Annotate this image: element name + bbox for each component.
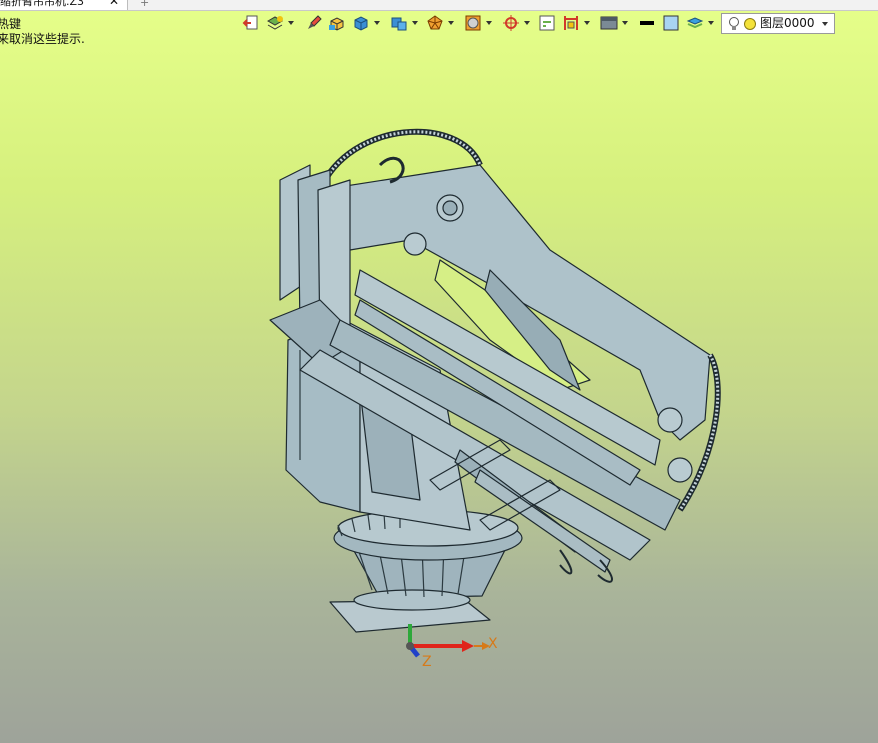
chevron-down-icon[interactable] (622, 21, 628, 25)
chevron-down-icon[interactable] (708, 21, 714, 25)
box-icon[interactable] (352, 13, 370, 33)
chevron-down-icon[interactable] (822, 22, 828, 26)
solid-icon[interactable] (328, 13, 346, 33)
close-icon[interactable]: ✕ (109, 0, 119, 7)
display-icon[interactable] (600, 13, 618, 33)
brush-icon[interactable] (306, 13, 324, 33)
document-tab-title: 缩折臂吊吊机.Z3 (0, 0, 85, 8)
chevron-down-icon[interactable] (288, 21, 294, 25)
view-cube-icon[interactable] (390, 13, 408, 33)
render-mode-icon[interactable] (464, 13, 482, 33)
layer-dropdown[interactable]: 图层0000 (721, 13, 835, 34)
line-color-icon[interactable] (638, 13, 656, 33)
layer-name: 图层0000 (760, 16, 815, 30)
polyhedron-icon[interactable] (426, 13, 444, 33)
fill-color-icon[interactable] (662, 13, 680, 33)
lightbulb-icon[interactable] (728, 16, 740, 38)
dimension-icon[interactable] (562, 13, 580, 33)
crane-model[interactable] (260, 120, 730, 640)
new-tab-button[interactable]: + (140, 0, 149, 9)
chevron-down-icon[interactable] (448, 21, 454, 25)
hint-line-1: 热键 (0, 17, 22, 31)
layer-stack-icon[interactable] (686, 13, 704, 33)
chevron-down-icon[interactable] (412, 21, 418, 25)
hint-line-2: 来取消这些提示. (0, 32, 85, 46)
chevron-down-icon[interactable] (486, 21, 492, 25)
chevron-down-icon[interactable] (374, 21, 380, 25)
chevron-down-icon[interactable] (524, 21, 530, 25)
x-axis-label: X (488, 636, 498, 652)
origin-icon[interactable] (502, 13, 520, 33)
document-tab-bar: 缩折臂吊吊机.Z3 ✕ + (0, 0, 878, 11)
exit-icon[interactable] (242, 13, 260, 33)
document-tab[interactable]: 缩折臂吊吊机.Z3 ✕ (0, 0, 128, 10)
layer-color-icon (744, 18, 756, 30)
grid-icon[interactable] (538, 13, 556, 33)
z-axis-label: Z (422, 654, 432, 670)
chevron-down-icon[interactable] (584, 21, 590, 25)
layers-icon[interactable] (266, 13, 284, 33)
